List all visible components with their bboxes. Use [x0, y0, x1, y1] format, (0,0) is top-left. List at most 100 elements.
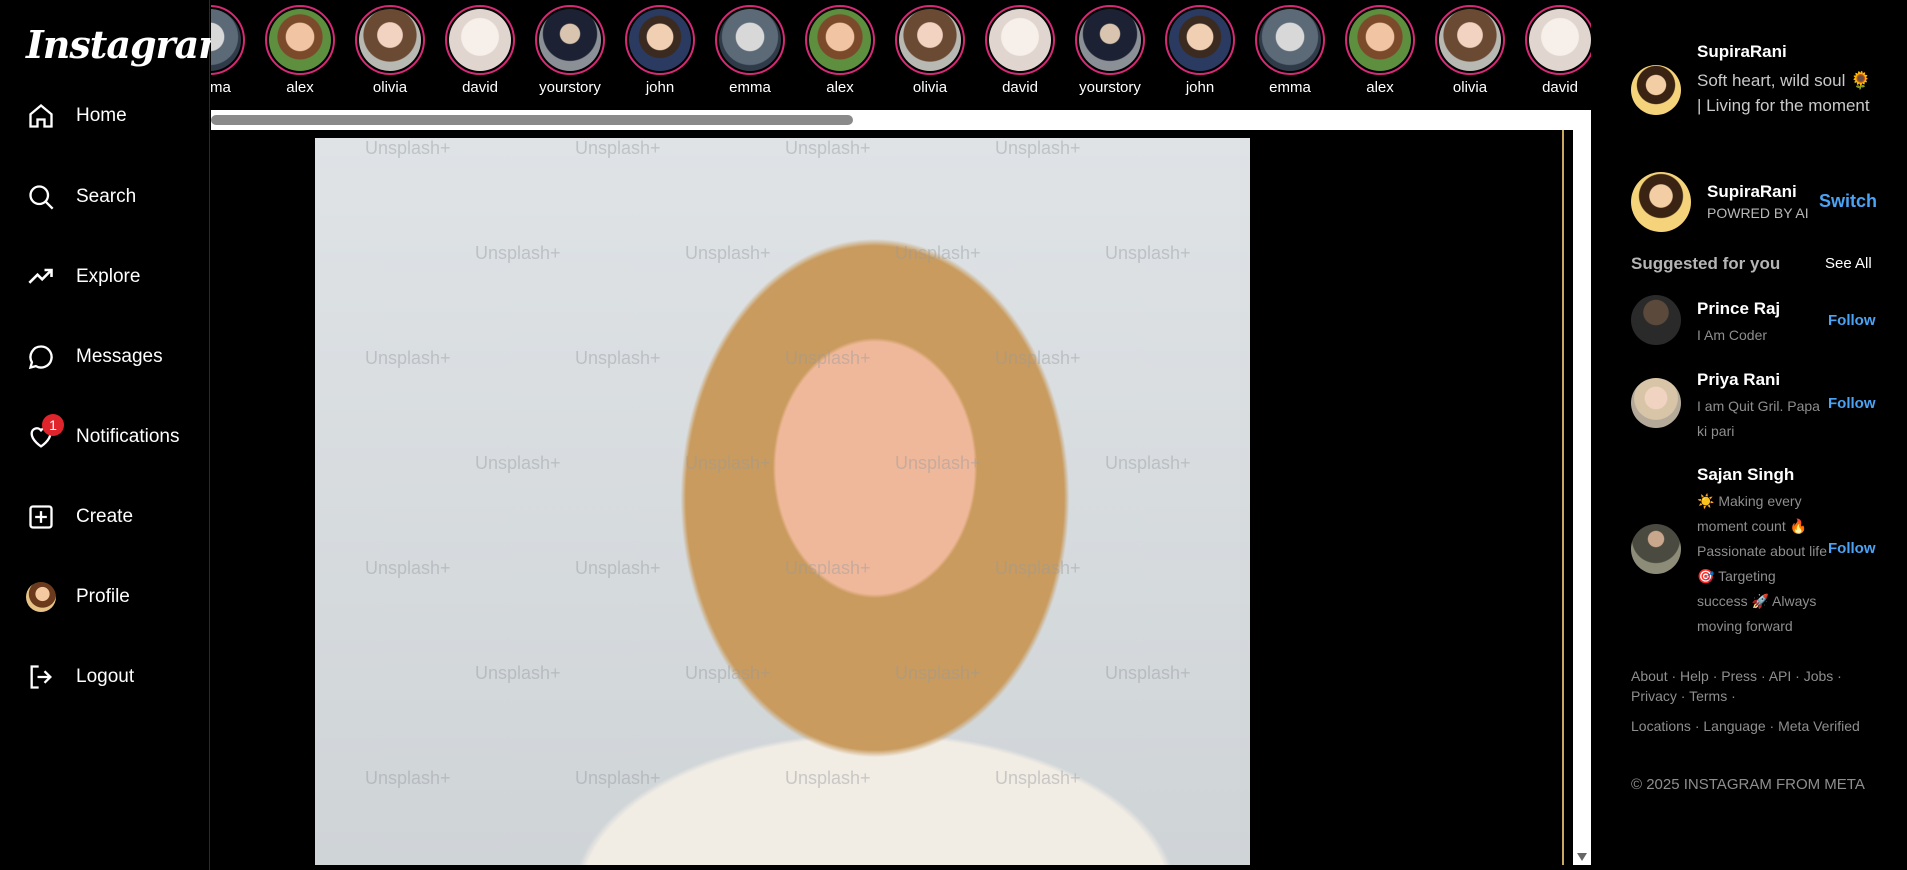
image-watermark: Unsplash+ [685, 243, 771, 263]
story-username: david [462, 79, 498, 96]
story-avatar-image [809, 9, 871, 71]
stories-scroll-thumb[interactable] [211, 115, 853, 125]
instagram-logo[interactable]: Instagram [26, 22, 238, 67]
story-avatar[interactable] [1255, 5, 1325, 75]
feed-scrollbar[interactable] [1573, 130, 1591, 865]
story-avatar-image [211, 9, 241, 71]
story-item[interactable]: david [1520, 5, 1591, 96]
home-icon [26, 101, 56, 131]
switch-button[interactable]: Switch [1819, 191, 1877, 212]
image-watermark: Unsplash+ [575, 348, 661, 368]
story-item[interactable]: yourstory [1070, 5, 1150, 96]
see-all-link[interactable]: See All [1825, 255, 1872, 272]
footer-links-line[interactable]: About · Help · Press · API · Jobs · Priv… [1631, 666, 1861, 706]
image-watermark: Unsplash+ [1105, 453, 1191, 473]
story-avatar[interactable] [535, 5, 605, 75]
image-watermark: Unsplash+ [785, 348, 871, 368]
sidebar-item-messages[interactable]: Messages [26, 337, 206, 377]
suggestion-avatar[interactable] [1631, 295, 1681, 345]
sidebar-item-label: Logout [76, 666, 135, 687]
switch-account-avatar[interactable] [1631, 172, 1691, 232]
story-avatar[interactable] [1345, 5, 1415, 75]
sidebar-item-logout[interactable]: Logout [26, 657, 206, 697]
story-avatar[interactable] [355, 5, 425, 75]
stories-bar: emma alex olivia david yourstory john emma alex… [211, 0, 1591, 110]
sidebar-item-label: Search [76, 186, 137, 207]
sidebar-item-label: Profile [76, 586, 130, 607]
right-panel: SupiraRani Soft heart, wild soul 🌻 | Liv… [1591, 0, 1907, 870]
story-avatar[interactable] [1165, 5, 1235, 75]
story-avatar[interactable] [715, 5, 785, 75]
sidebar: Instagram Home Search Explore Messages 1… [0, 0, 238, 870]
profile-avatar[interactable] [1631, 65, 1681, 115]
story-item[interactable]: john [620, 5, 700, 96]
story-username: john [645, 79, 675, 96]
image-watermark: Unsplash+ [785, 138, 871, 158]
story-username: david [1542, 79, 1578, 96]
story-item[interactable]: alex [260, 5, 340, 96]
suggestion-name[interactable]: Sajan Singh [1697, 465, 1794, 485]
story-item[interactable]: alex [1340, 5, 1420, 96]
story-item[interactable]: john [1160, 5, 1240, 96]
story-item[interactable]: olivia [350, 5, 430, 96]
follow-button[interactable]: Follow [1828, 395, 1876, 412]
image-watermark: Unsplash+ [575, 768, 661, 788]
sidebar-item-create[interactable]: Create [26, 497, 206, 537]
message-icon [26, 342, 56, 372]
story-avatar[interactable] [1435, 5, 1505, 75]
story-avatar-image [719, 9, 781, 71]
profile-name[interactable]: SupiraRani [1697, 42, 1787, 62]
image-watermark: Unsplash+ [575, 138, 661, 158]
story-avatar[interactable] [985, 5, 1055, 75]
story-item[interactable]: david [440, 5, 520, 96]
copyright: © 2025 INSTAGRAM FROM META [1631, 776, 1865, 793]
sidebar-item-label: Create [76, 506, 134, 527]
image-watermark: Unsplash+ [365, 348, 451, 368]
sidebar-item-profile[interactable]: Profile [26, 577, 206, 617]
story-username: john [1185, 79, 1215, 96]
story-item[interactable]: olivia [890, 5, 970, 96]
plus-square-icon [26, 502, 56, 532]
story-item[interactable]: emma [710, 5, 790, 96]
story-avatar[interactable] [1525, 5, 1591, 75]
story-item[interactable]: alex [800, 5, 880, 96]
story-avatar[interactable] [625, 5, 695, 75]
image-watermark: Unsplash+ [365, 138, 451, 158]
story-item[interactable]: emma [1250, 5, 1330, 96]
story-item[interactable]: david [980, 5, 1060, 96]
footer-links-line[interactable]: Locations · Language · Meta Verified [1631, 716, 1861, 736]
story-avatar-image [629, 9, 691, 71]
stories-scrollbar[interactable] [211, 110, 1591, 130]
follow-button[interactable]: Follow [1828, 312, 1876, 329]
story-avatar-image [539, 9, 601, 71]
suggestion-name[interactable]: Priya Rani [1697, 370, 1780, 390]
image-watermark: Unsplash+ [1105, 243, 1191, 263]
story-username: alex [826, 79, 854, 96]
suggestion-avatar[interactable] [1631, 378, 1681, 428]
story-avatar[interactable] [805, 5, 875, 75]
switch-account-name[interactable]: SupiraRani [1707, 182, 1797, 202]
story-avatar[interactable] [265, 5, 335, 75]
image-watermark: Unsplash+ [365, 768, 451, 788]
sidebar-item-label: Explore [76, 266, 141, 287]
story-username: alex [1366, 79, 1394, 96]
story-item[interactable]: yourstory [530, 5, 610, 96]
suggestion-avatar[interactable] [1631, 524, 1681, 574]
story-avatar[interactable] [895, 5, 965, 75]
follow-button[interactable]: Follow [1828, 540, 1876, 557]
image-watermark: Unsplash+ [475, 453, 561, 473]
story-item[interactable]: olivia [1430, 5, 1510, 96]
story-avatar[interactable] [211, 5, 245, 75]
sidebar-item-notifications[interactable]: 1 Notifications [26, 414, 206, 457]
post-image[interactable]: Unsplash+ Unsplash+ Unsplash+ Unsplash+ Unsp… [315, 138, 1250, 865]
scroll-down-arrow-icon[interactable] [1577, 853, 1587, 861]
sidebar-item-explore[interactable]: Explore [26, 257, 206, 297]
story-item[interactable]: emma [211, 5, 250, 96]
story-avatar[interactable] [1075, 5, 1145, 75]
suggestion-name[interactable]: Prince Raj [1697, 299, 1780, 319]
sidebar-item-search[interactable]: Search [26, 177, 206, 217]
story-avatar[interactable] [445, 5, 515, 75]
sidebar-item-home[interactable]: Home [26, 96, 206, 136]
story-username: yourstory [539, 79, 601, 96]
story-avatar-image [1349, 9, 1411, 71]
